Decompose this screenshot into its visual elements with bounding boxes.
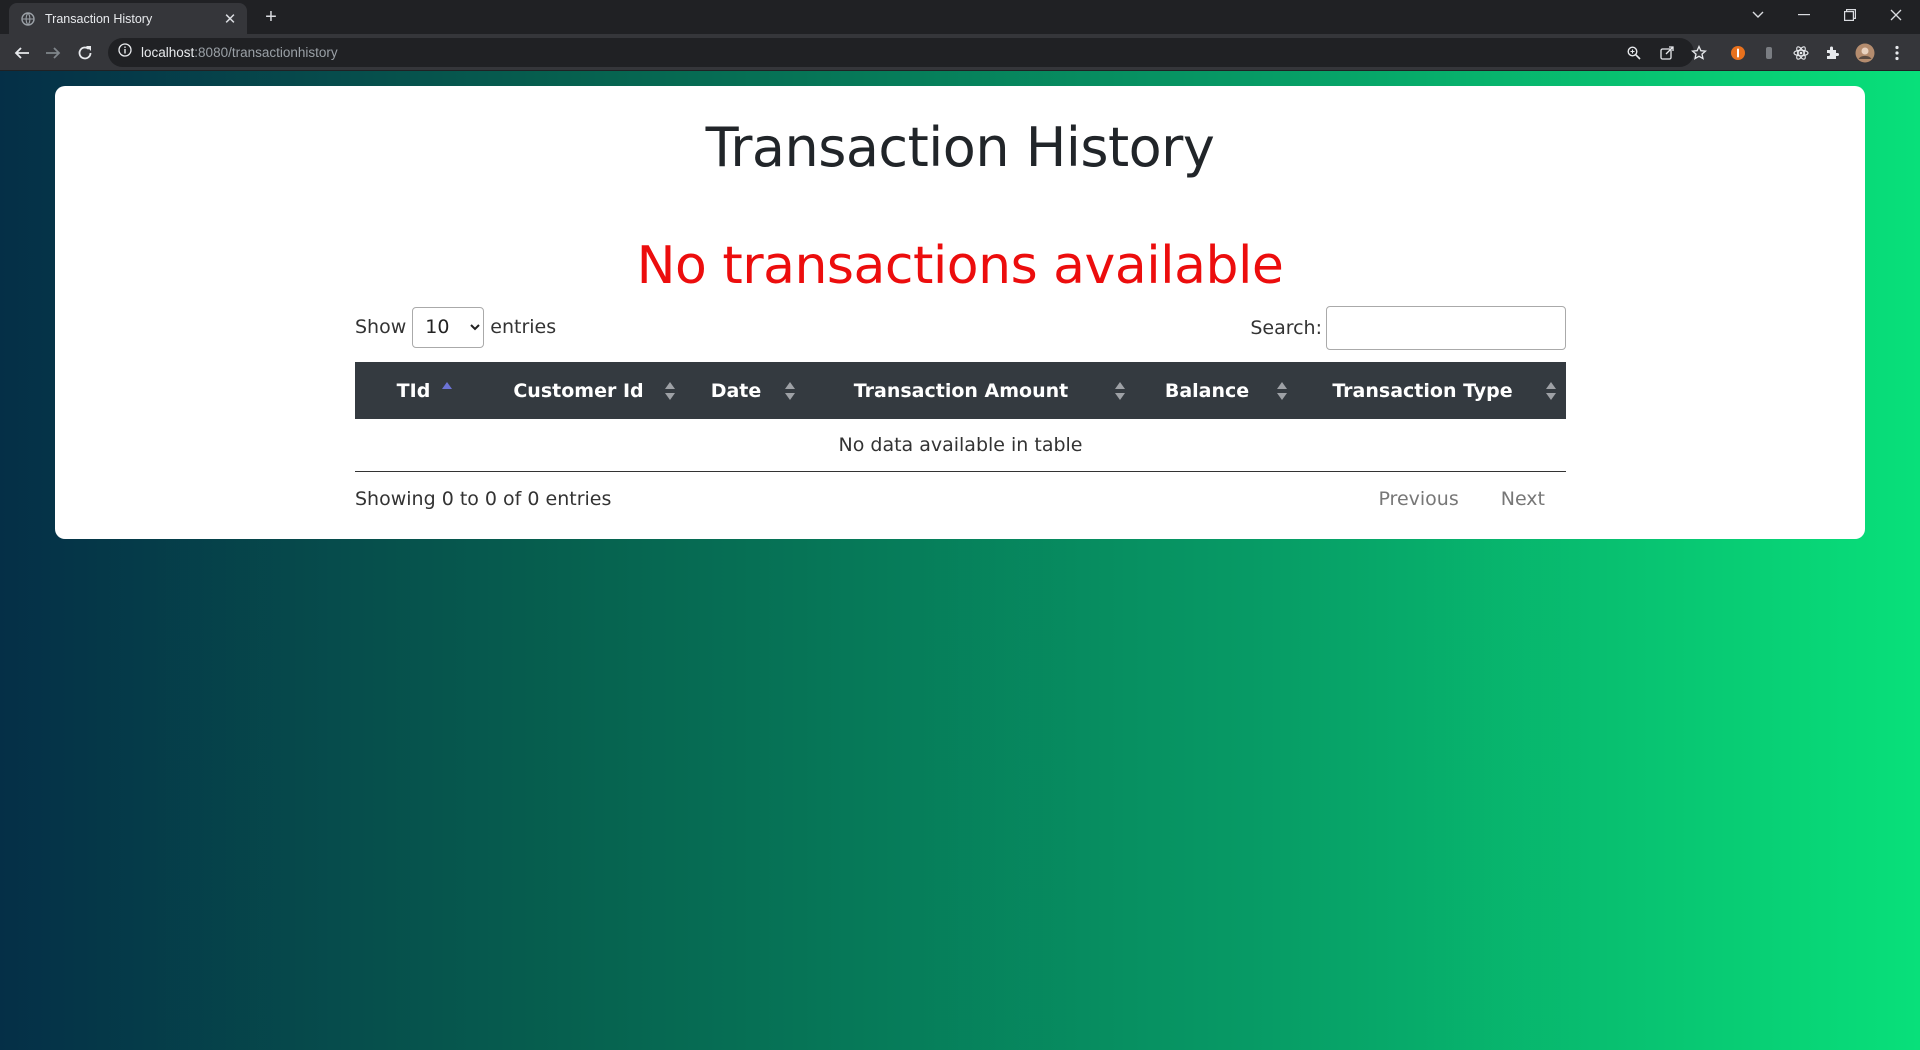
globe-icon	[21, 11, 35, 26]
sort-icon	[665, 381, 675, 400]
column-header-customer-id[interactable]: Customer Id	[490, 362, 685, 419]
column-header-label: Transaction Type	[1332, 379, 1513, 402]
sort-ascending-icon	[442, 381, 452, 400]
restore-icon[interactable]	[1828, 0, 1872, 30]
profile-avatar-icon[interactable]	[1854, 42, 1876, 64]
empty-table-message: No data available in table	[355, 419, 1566, 472]
extension-gray-icon[interactable]	[1758, 42, 1780, 64]
back-icon[interactable]	[9, 40, 35, 66]
column-header-tid[interactable]: TId	[355, 362, 490, 419]
sort-icon	[1546, 381, 1556, 400]
close-window-icon[interactable]	[1874, 0, 1918, 30]
extensions-puzzle-icon[interactable]	[1822, 42, 1844, 64]
previous-button[interactable]: Previous	[1357, 483, 1479, 515]
sort-icon	[785, 381, 795, 400]
share-icon[interactable]	[1657, 43, 1677, 63]
site-info-icon[interactable]	[118, 43, 132, 62]
pagination: Previous Next	[1357, 483, 1566, 515]
bookmark-star-icon[interactable]	[1689, 43, 1709, 63]
show-label: Show	[355, 316, 407, 338]
column-header-date[interactable]: Date	[685, 362, 805, 419]
column-header-label: Date	[710, 379, 762, 402]
browser-tabstrip: Transaction History ✕ +	[0, 0, 1920, 34]
tab-search-icon[interactable]	[1736, 0, 1780, 30]
next-button[interactable]: Next	[1480, 483, 1566, 515]
react-devtools-icon[interactable]	[1790, 42, 1812, 64]
browser-tab[interactable]: Transaction History ✕	[9, 3, 247, 34]
page-title: Transaction History	[705, 116, 1215, 179]
table-info: Showing 0 to 0 of 0 entries	[355, 488, 612, 510]
page-length-select[interactable]: 10	[412, 306, 485, 348]
column-header-label: TId	[396, 379, 431, 402]
table-row: No data available in table	[355, 419, 1566, 472]
entries-label: entries	[490, 316, 557, 338]
search-input[interactable]	[1326, 306, 1566, 350]
extension-orange-icon[interactable]	[1727, 42, 1749, 64]
column-header-label: Transaction Amount	[853, 379, 1069, 402]
more-menu-icon[interactable]	[1886, 42, 1908, 64]
sort-icon	[1277, 381, 1287, 400]
new-tab-icon[interactable]: +	[260, 6, 282, 28]
column-header-label: Balance	[1164, 379, 1250, 402]
page-background: Transaction History No transactions avai…	[0, 71, 1920, 1050]
page-length-control: Show 10 entries	[355, 306, 556, 348]
search-label: Search:	[1250, 317, 1322, 339]
table-header-row: TId Customer Id Date Transaction Amount …	[355, 362, 1566, 419]
column-header-transaction-amount[interactable]: Transaction Amount	[805, 362, 1135, 419]
close-tab-icon[interactable]: ✕	[221, 10, 239, 28]
url-path: :8080/transactionhistory	[194, 45, 338, 60]
no-transactions-message: No transactions available	[636, 236, 1284, 296]
tab-title: Transaction History	[45, 11, 153, 26]
content-card: Transaction History No transactions avai…	[55, 86, 1865, 539]
column-header-transaction-type[interactable]: Transaction Type	[1297, 362, 1566, 419]
url-host: localhost	[141, 45, 195, 60]
forward-icon[interactable]	[40, 40, 66, 66]
search-control: Search:	[1250, 306, 1566, 350]
sort-icon	[1115, 381, 1125, 400]
reload-icon[interactable]	[72, 40, 98, 66]
address-bar[interactable]: localhost:8080/transactionhistory	[108, 38, 1707, 67]
column-header-balance[interactable]: Balance	[1135, 362, 1297, 419]
zoom-icon[interactable]	[1624, 43, 1644, 63]
transactions-table: TId Customer Id Date Transaction Amount …	[355, 362, 1566, 472]
browser-toolbar: localhost:8080/transactionhistory	[0, 34, 1920, 71]
minimize-icon[interactable]	[1782, 0, 1826, 30]
column-header-label: Customer Id	[513, 379, 644, 402]
